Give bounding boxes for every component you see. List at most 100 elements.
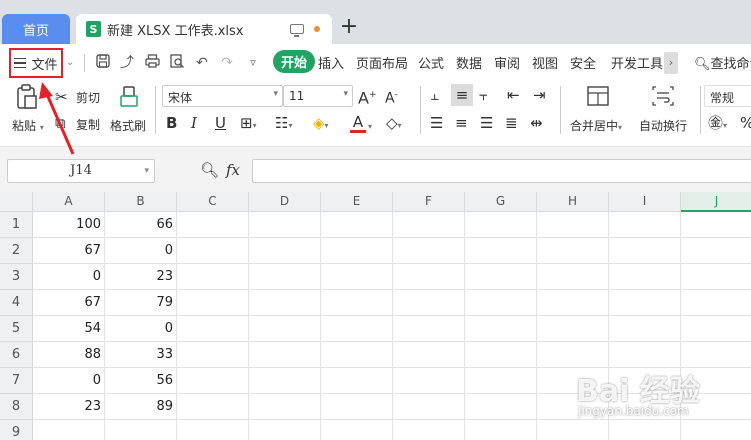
cell-b7[interactable]: 56 — [105, 368, 177, 394]
cell-e7[interactable] — [321, 368, 393, 394]
cell-e6[interactable] — [321, 342, 393, 368]
cell-a3[interactable]: 0 — [33, 264, 105, 290]
cell-b1[interactable]: 66 — [105, 212, 177, 238]
row-header[interactable]: 5 — [0, 316, 33, 342]
cell-h4[interactable] — [537, 290, 609, 316]
row-header[interactable]: 7 — [0, 368, 33, 394]
cell-c5[interactable] — [177, 316, 249, 342]
redo-icon[interactable]: ↷ — [218, 54, 236, 72]
scissors-icon[interactable]: ✂ — [55, 88, 68, 106]
cell-b4[interactable]: 79 — [105, 290, 177, 316]
cell-f9[interactable] — [393, 420, 465, 440]
cell-i2[interactable] — [609, 238, 681, 264]
align-top-icon[interactable]: ⫠ — [430, 86, 439, 104]
cell-b8[interactable]: 89 — [105, 394, 177, 420]
cell-g8[interactable] — [465, 394, 537, 420]
tab-data[interactable]: 数据 — [456, 53, 482, 72]
indent-increase-icon[interactable]: ⇥ — [533, 86, 546, 104]
more-tabs-button[interactable]: › — [664, 52, 678, 74]
cell-d5[interactable] — [249, 316, 321, 342]
copy-label[interactable]: 复制 — [76, 116, 100, 133]
cell-c9[interactable] — [177, 420, 249, 440]
cell-i1[interactable] — [609, 212, 681, 238]
column-header-d[interactable]: D — [249, 192, 321, 212]
cell-f6[interactable] — [393, 342, 465, 368]
monitor-icon[interactable] — [290, 24, 304, 37]
cell-f4[interactable] — [393, 290, 465, 316]
cell-e9[interactable] — [321, 420, 393, 440]
tab-view[interactable]: 视图 — [532, 53, 558, 72]
select-all-corner[interactable] — [0, 192, 33, 212]
cell-g4[interactable] — [465, 290, 537, 316]
save-icon[interactable] — [94, 54, 112, 72]
column-header-g[interactable]: G — [465, 192, 537, 212]
column-header-i[interactable]: I — [609, 192, 681, 212]
cell-c2[interactable] — [177, 238, 249, 264]
align-bottom-icon[interactable]: ⫟ — [479, 86, 488, 104]
cell-a6[interactable]: 88 — [33, 342, 105, 368]
row-header[interactable]: 1 — [0, 212, 33, 238]
row-header[interactable]: 6 — [0, 342, 33, 368]
font-color-icon[interactable]: A — [350, 113, 366, 133]
cell-b5[interactable]: 0 — [105, 316, 177, 342]
cell-h5[interactable] — [537, 316, 609, 342]
new-tab-button[interactable]: + — [338, 16, 360, 40]
border-icon[interactable]: ⊞▾ — [240, 114, 257, 135]
cell-b9[interactable] — [105, 420, 177, 440]
tab-start[interactable]: 开始 — [273, 50, 316, 73]
eraser-icon[interactable]: ◇▾ — [386, 114, 402, 135]
cell-d4[interactable] — [249, 290, 321, 316]
cell-j1[interactable] — [681, 212, 751, 238]
cell-g2[interactable] — [465, 238, 537, 264]
cell-h2[interactable] — [537, 238, 609, 264]
cell-c7[interactable] — [177, 368, 249, 394]
align-left-icon[interactable]: ☰ — [430, 114, 443, 132]
row-header[interactable]: 2 — [0, 238, 33, 264]
zoom-function-icon[interactable]: 🔍︎ — [200, 161, 219, 179]
cell-g1[interactable] — [465, 212, 537, 238]
cell-e1[interactable] — [321, 212, 393, 238]
chevron-down-icon[interactable]: ▾ — [368, 118, 372, 136]
cell-d3[interactable] — [249, 264, 321, 290]
cell-j4[interactable] — [681, 290, 751, 316]
copy-icon[interactable]: ⧉ — [55, 114, 66, 132]
merge-center-icon[interactable] — [586, 86, 610, 108]
cell-i4[interactable] — [609, 290, 681, 316]
justify-icon[interactable]: ≣ — [505, 114, 518, 132]
cell-h3[interactable] — [537, 264, 609, 290]
name-box[interactable]: J14 ▾ — [7, 159, 155, 183]
tab-security[interactable]: 安全 — [570, 53, 596, 72]
cell-a1[interactable]: 100 — [33, 212, 105, 238]
underline-icon[interactable]: U — [215, 114, 226, 132]
cell-h9[interactable] — [537, 420, 609, 440]
command-search[interactable]: 🔍︎查找命令 — [694, 53, 751, 72]
percent-icon[interactable]: % — [740, 114, 751, 132]
paste-icon[interactable] — [14, 84, 40, 110]
cell-e5[interactable] — [321, 316, 393, 342]
font-size-select[interactable]: 11 ▾ — [283, 85, 353, 107]
align-center-icon[interactable]: ≡ — [455, 114, 468, 132]
cell-a9[interactable] — [33, 420, 105, 440]
formula-input[interactable] — [252, 159, 751, 183]
cell-c8[interactable] — [177, 394, 249, 420]
bold-icon[interactable]: B — [166, 114, 177, 132]
customize-toolbar-icon[interactable]: ▿ — [244, 54, 262, 72]
cell-e3[interactable] — [321, 264, 393, 290]
cell-j3[interactable] — [681, 264, 751, 290]
column-header-h[interactable]: H — [537, 192, 609, 212]
cell-c6[interactable] — [177, 342, 249, 368]
cell-d9[interactable] — [249, 420, 321, 440]
column-header-a[interactable]: A — [33, 192, 105, 212]
fill-color-icon[interactable]: ◈▾ — [313, 114, 329, 135]
cell-d8[interactable] — [249, 394, 321, 420]
cell-h1[interactable] — [537, 212, 609, 238]
tab-formulas[interactable]: 公式 — [418, 53, 444, 72]
cell-f1[interactable] — [393, 212, 465, 238]
row-header[interactable]: 3 — [0, 264, 33, 290]
format-painter-label[interactable]: 格式刷 — [110, 117, 146, 134]
cell-d6[interactable] — [249, 342, 321, 368]
cell-j9[interactable] — [681, 420, 751, 440]
cell-f2[interactable] — [393, 238, 465, 264]
cell-e2[interactable] — [321, 238, 393, 264]
chevron-down-icon[interactable]: ⌄ — [66, 57, 74, 68]
